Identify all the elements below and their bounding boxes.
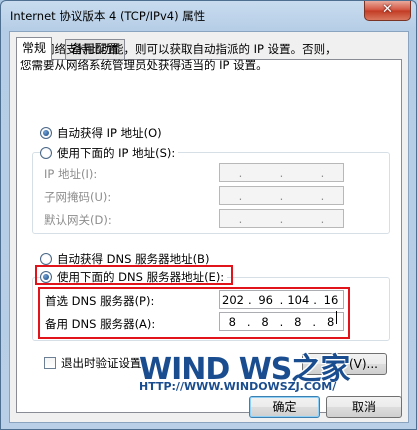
ip-address-label: IP 地址(I): — [44, 167, 98, 181]
subnet-mask-input[interactable]: ... — [219, 186, 344, 205]
ip-manual-radio[interactable] — [40, 147, 52, 159]
description-line-2: 您需要从网络系统管理员处获得适当的 IP 设置。 — [20, 58, 268, 72]
validate-on-exit-checkbox[interactable] — [44, 357, 56, 369]
dialog-window: Internet 协议版本 4 (TCP/IPv4) 属性 ✕ 常规 备用配置 … — [0, 0, 417, 430]
dns-manual-highlight — [35, 265, 233, 285]
validate-on-exit-row[interactable]: 退出时验证设置 — [44, 355, 142, 371]
close-button[interactable]: ✕ — [364, 1, 411, 21]
ip-address-input[interactable]: ... — [219, 163, 344, 182]
watermark-url: HTTP://WWW.WINDOWSZJ.COM/ — [139, 380, 337, 393]
cancel-button[interactable]: 取消 — [326, 396, 402, 418]
description-line-1: 如果网络支持此功能，则可以获取自动指派的 IP 设置。否则， — [20, 42, 337, 56]
default-gateway-label: 默认网关(D): — [44, 213, 112, 227]
ip-auto-radio[interactable] — [40, 127, 52, 139]
ip-manual-label: 使用下面的 IP 地址(S): — [57, 146, 176, 160]
validate-on-exit-label: 退出时验证设置 — [61, 356, 142, 370]
tab-general[interactable]: 常规 — [16, 37, 53, 60]
ip-auto-radio-row[interactable]: 自动获得 IP 地址(O) — [40, 125, 162, 141]
ip-manual-radio-row[interactable]: 使用下面的 IP 地址(S): — [40, 145, 179, 161]
dns-fields-highlight — [38, 287, 350, 339]
description-text: 如果网络支持此功能，则可以获取自动指派的 IP 设置。否则， 您需要从网络系统管… — [20, 41, 337, 73]
watermark: WIND WS之家 HTTP://WWW.WINDOWSZJ.COM/ — [139, 344, 369, 396]
close-icon: ✕ — [382, 2, 393, 17]
ip-auto-label: 自动获得 IP 地址(O) — [57, 126, 162, 140]
subnet-mask-label: 子网掩码(U): — [44, 190, 112, 204]
dns-auto-radio[interactable] — [40, 253, 52, 265]
ok-button[interactable]: 确定 — [249, 396, 320, 418]
default-gateway-input[interactable]: ... — [219, 209, 344, 228]
window-title: Internet 协议版本 4 (TCP/IPv4) 属性 — [10, 9, 206, 23]
